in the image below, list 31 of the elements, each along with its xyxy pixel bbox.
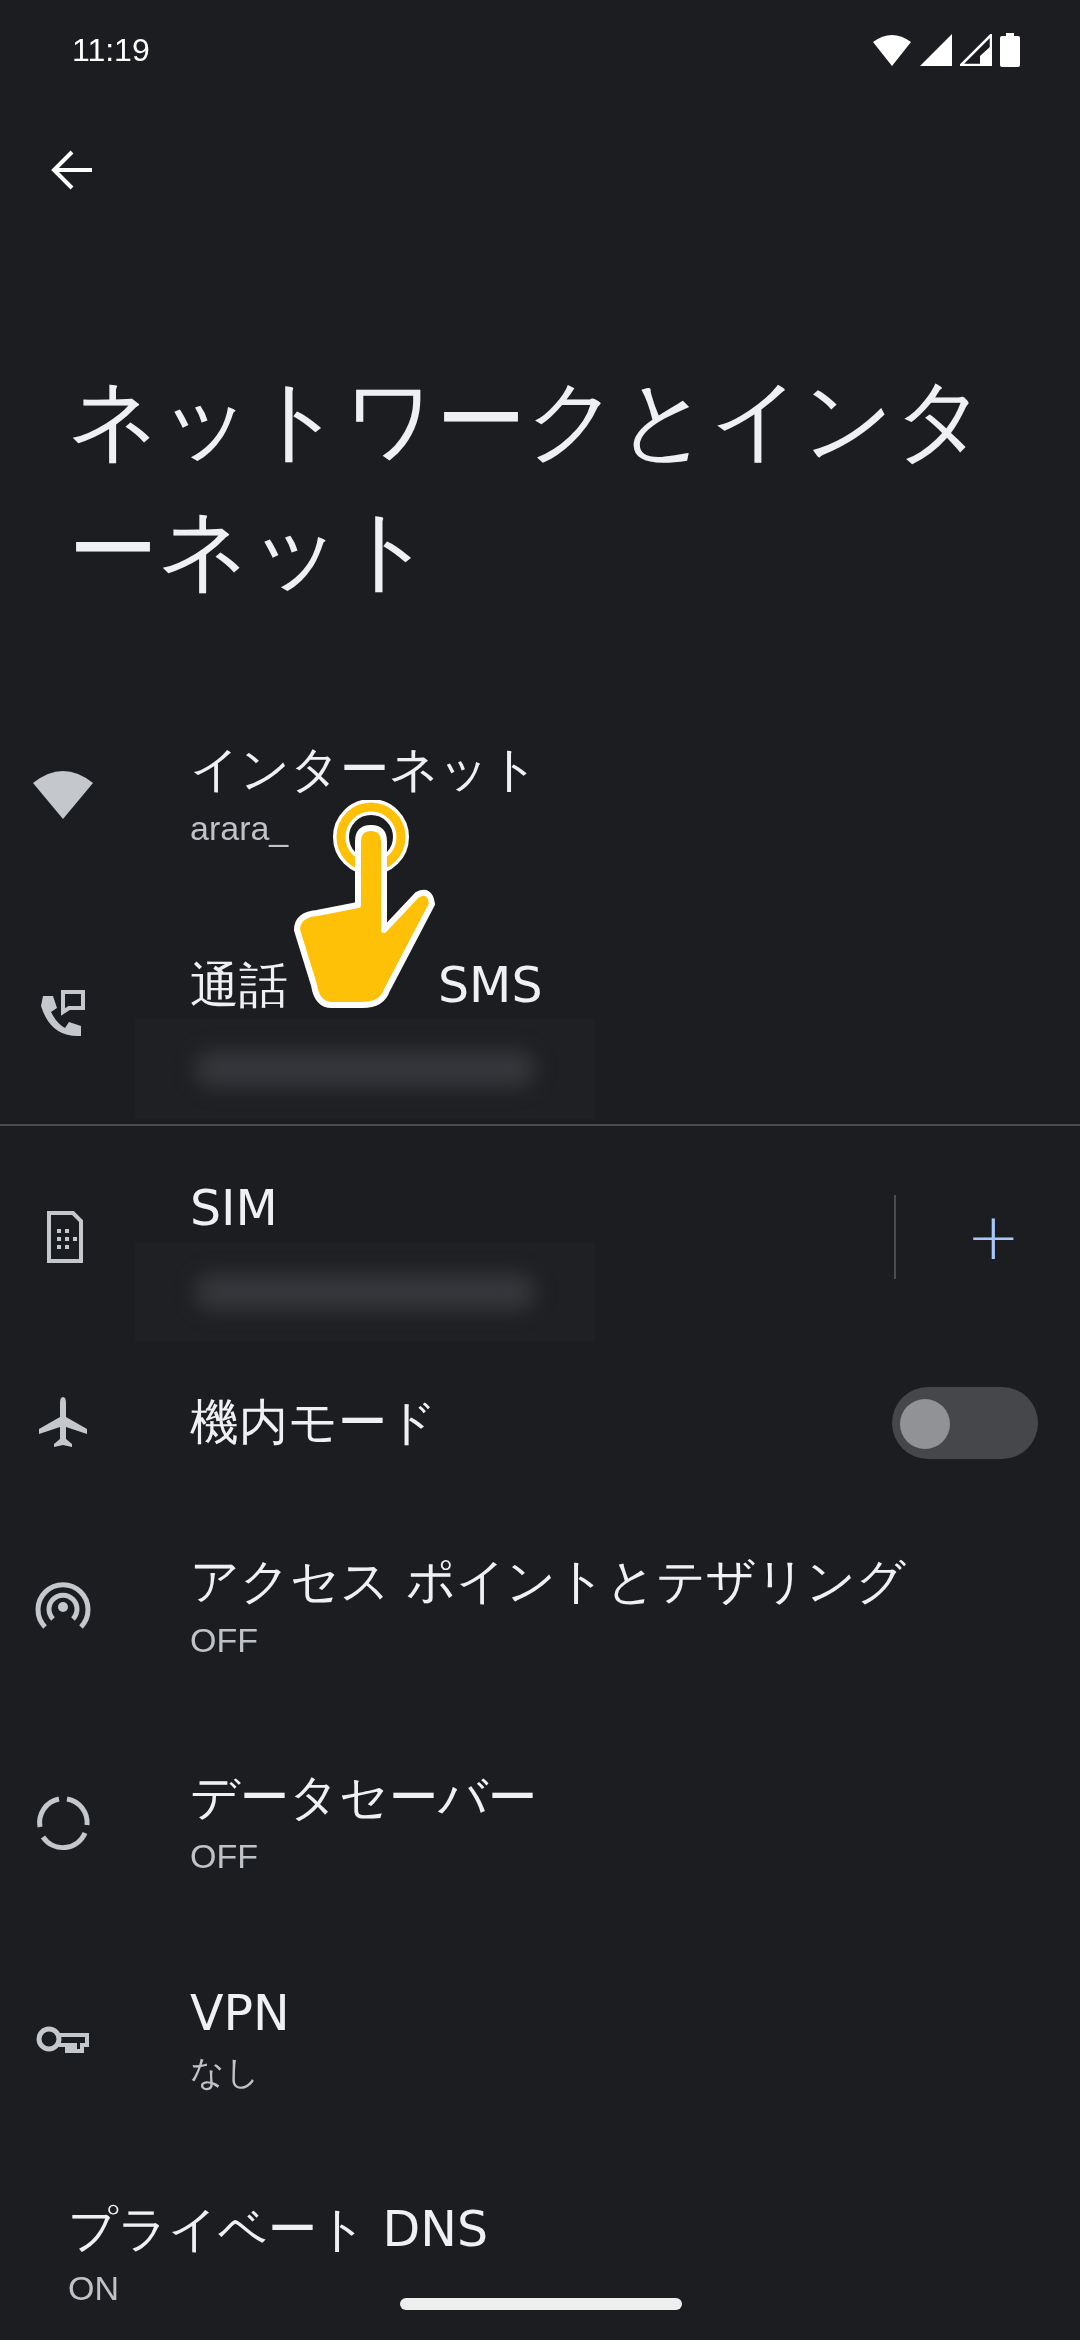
item-subtitle: なし <box>190 2052 260 2093</box>
settings-item[interactable]: 通話 SMS <box>0 903 1080 1124</box>
page-title: ネットワークとインターネット <box>68 366 987 604</box>
item-title: SIM <box>190 1179 278 1239</box>
settings-item[interactable]: プライベート DNS ON <box>0 2147 1080 2340</box>
wifi-signal-icon <box>872 34 912 66</box>
item-subtitle: OFF <box>190 1836 258 1877</box>
item-title: 機内モード <box>190 1393 437 1453</box>
cell-signal-icon <box>920 34 952 66</box>
settings-item[interactable]: インターネット arara_ <box>0 687 1080 903</box>
item-title: データセーバー <box>190 1768 537 1828</box>
back-arrow-icon <box>50 150 94 190</box>
item-subtitle: arara_ <box>190 808 289 849</box>
settings-item[interactable]: データセーバー OFF <box>0 1715 1080 1931</box>
status-time: 11:19 <box>72 31 150 69</box>
item-subtitle: ON <box>68 2268 119 2309</box>
settings-item[interactable]: 機内モード <box>0 1347 1080 1499</box>
item-title: SMS <box>438 956 543 1016</box>
gesture-handle[interactable] <box>400 2298 682 2310</box>
settings-item[interactable]: SIM + <box>0 1126 1080 1347</box>
add-button[interactable]: + <box>926 1204 1040 1269</box>
settings-item[interactable]: アクセス ポイントとテザリング OFF <box>0 1499 1080 1715</box>
battery-icon <box>1000 33 1020 67</box>
item-title: アクセス ポイントとテザリング <box>190 1552 906 1612</box>
settings-item[interactable]: VPN なし <box>0 1931 1080 2147</box>
cell-signal-icon <box>960 34 992 66</box>
item-subtitle: OFF <box>190 1620 258 1661</box>
item-title: プライベート DNS <box>68 2200 489 2260</box>
item-title: VPN <box>190 1984 290 2044</box>
item-title: 通話 <box>190 956 288 1016</box>
item-title: インターネット <box>190 740 539 800</box>
